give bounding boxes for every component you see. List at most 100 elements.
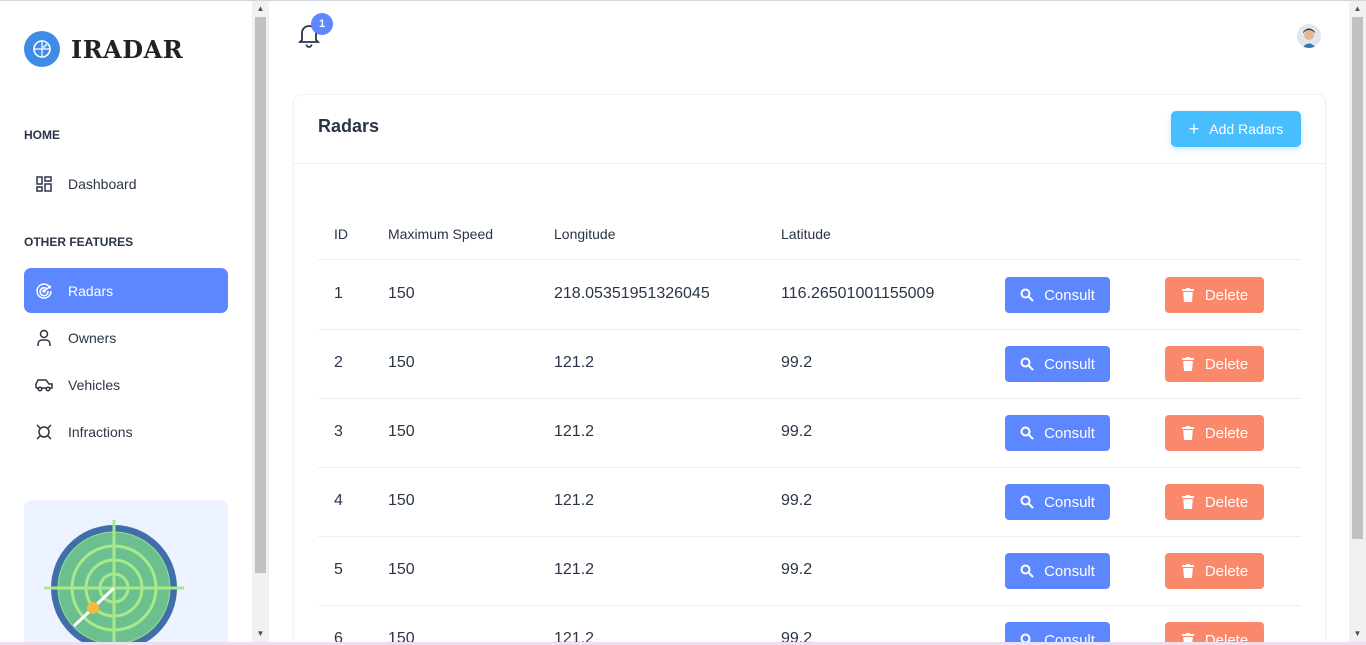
delete-button[interactable]: Delete (1165, 553, 1264, 589)
user-avatar[interactable] (1297, 24, 1321, 48)
trash-icon (1181, 495, 1195, 509)
add-radars-label: Add Radars (1209, 121, 1284, 137)
table-row: 2 150 121.2 99.2 Consult Delete (318, 330, 1301, 399)
column-header-maximum-speed: Maximum Speed (388, 226, 494, 242)
sidebar-item-label: Radars (68, 282, 114, 299)
radars-card: Radars + Add Radars ID Maximum Speed Lon… (293, 94, 1326, 645)
cell-latitude: 99.2 (781, 423, 813, 440)
page-scrollbar[interactable]: ▲ ▼ (1349, 1, 1366, 642)
nav-caption-home: HOME (24, 128, 60, 142)
sidebar-item-label: Infractions (68, 423, 133, 440)
delete-label: Delete (1204, 355, 1249, 373)
cell-latitude: 99.2 (781, 561, 813, 578)
consult-button[interactable]: Consult (1005, 277, 1110, 313)
consult-label: Consult (1044, 562, 1095, 580)
sidebar-item-label: Vehicles (68, 376, 121, 393)
plus-icon: + (1188, 119, 1200, 139)
column-header-latitude: Latitude (781, 226, 831, 242)
cell-longitude: 218.05351951326045 (554, 285, 710, 302)
delete-button[interactable]: Delete (1165, 277, 1264, 313)
sidebar-item-vehicles[interactable]: Vehicles (24, 362, 228, 407)
table-row: 5 150 121.2 99.2 Consult Delete (318, 537, 1301, 606)
delete-label: Delete (1204, 424, 1249, 442)
user-icon (35, 329, 53, 347)
scroll-down-arrow-icon[interactable]: ▼ (1349, 626, 1366, 642)
table-row: 6 150 121.2 99.2 Consult Delete (318, 606, 1301, 645)
cell-latitude: 116.26501001155009 (781, 285, 935, 302)
promo-card (24, 500, 228, 645)
card-divider (294, 163, 1325, 164)
notification-badge[interactable]: 1 (311, 13, 333, 35)
consult-button[interactable]: Consult (1005, 553, 1110, 589)
consult-button[interactable]: Consult (1005, 415, 1110, 451)
cell-longitude: 121.2 (554, 492, 595, 509)
brand-logo[interactable]: IRADAR (24, 29, 183, 69)
delete-label: Delete (1204, 286, 1249, 304)
search-icon (1020, 426, 1034, 440)
cell-maximum-speed: 150 (388, 285, 415, 302)
scroll-up-arrow-icon[interactable]: ▲ (1349, 1, 1366, 17)
table-header: ID Maximum Speed Longitude Latitude (318, 223, 1301, 260)
scroll-up-arrow-icon[interactable]: ▲ (252, 1, 269, 17)
delete-button[interactable]: Delete (1165, 415, 1264, 451)
consult-label: Consult (1044, 355, 1095, 373)
sidebar-scrollbar[interactable]: ▲ ▼ (252, 1, 269, 642)
column-header-id: ID (334, 226, 348, 242)
table-row: 4 150 121.2 99.2 Consult Delete (318, 468, 1301, 537)
sidebar-item-radars[interactable]: Radars (24, 268, 228, 313)
car-icon (35, 376, 53, 394)
table-row: 3 150 121.2 99.2 Consult Delete (318, 399, 1301, 468)
consult-label: Consult (1044, 424, 1095, 442)
cell-id: 2 (334, 354, 343, 371)
delete-label: Delete (1204, 562, 1249, 580)
page-scrollbar-thumb[interactable] (1352, 17, 1363, 539)
table-row: 1 150 218.05351951326045 116.26501001155009… (318, 261, 1301, 330)
consult-button[interactable]: Consult (1005, 484, 1110, 520)
brand-name: IRADAR (71, 34, 184, 64)
consult-label: Consult (1044, 493, 1095, 511)
radar-logo-icon (24, 31, 60, 67)
consult-button[interactable]: Consult (1005, 346, 1110, 382)
dashboard-icon (35, 175, 53, 193)
sidebar: IRADAR HOME Dashboard OTHER FEATURES Rad… (0, 1, 252, 645)
search-icon (1020, 357, 1034, 371)
consult-label: Consult (1044, 286, 1095, 304)
cell-id: 3 (334, 423, 343, 440)
trash-icon (1181, 426, 1195, 440)
cell-maximum-speed: 150 (388, 561, 415, 578)
delete-button[interactable]: Delete (1165, 346, 1264, 382)
sidebar-item-owners[interactable]: Owners (24, 315, 228, 360)
column-header-longitude: Longitude (554, 226, 616, 242)
cell-id: 4 (334, 492, 343, 509)
sidebar-item-label: Dashboard (68, 175, 137, 192)
cell-longitude: 121.2 (554, 423, 595, 440)
cell-maximum-speed: 150 (388, 354, 415, 371)
sidebar-item-label: Owners (68, 329, 117, 346)
cell-latitude: 99.2 (781, 354, 813, 371)
cell-longitude: 121.2 (554, 561, 595, 578)
trash-icon (1181, 357, 1195, 371)
sidebar-item-dashboard[interactable]: Dashboard (24, 161, 228, 206)
scroll-down-arrow-icon[interactable]: ▼ (252, 626, 269, 642)
radar-icon (35, 282, 53, 300)
radar-illustration (44, 520, 184, 645)
add-radars-button[interactable]: + Add Radars (1171, 111, 1301, 147)
infraction-icon (35, 423, 53, 441)
delete-button[interactable]: Delete (1165, 484, 1264, 520)
trash-icon (1181, 288, 1195, 302)
cell-id: 1 (334, 285, 343, 302)
page-title: Radars (318, 116, 380, 136)
cell-id: 5 (334, 561, 343, 578)
cell-longitude: 121.2 (554, 354, 595, 371)
trash-icon (1181, 564, 1195, 578)
sidebar-item-infractions[interactable]: Infractions (24, 409, 228, 454)
cell-maximum-speed: 150 (388, 492, 415, 509)
search-icon (1020, 564, 1034, 578)
sidebar-scrollbar-thumb[interactable] (255, 17, 266, 573)
cell-maximum-speed: 150 (388, 423, 415, 440)
search-icon (1020, 288, 1034, 302)
nav-caption-other-features: OTHER FEATURES (24, 235, 134, 249)
delete-label: Delete (1204, 493, 1249, 511)
cell-latitude: 99.2 (781, 492, 813, 509)
search-icon (1020, 495, 1034, 509)
